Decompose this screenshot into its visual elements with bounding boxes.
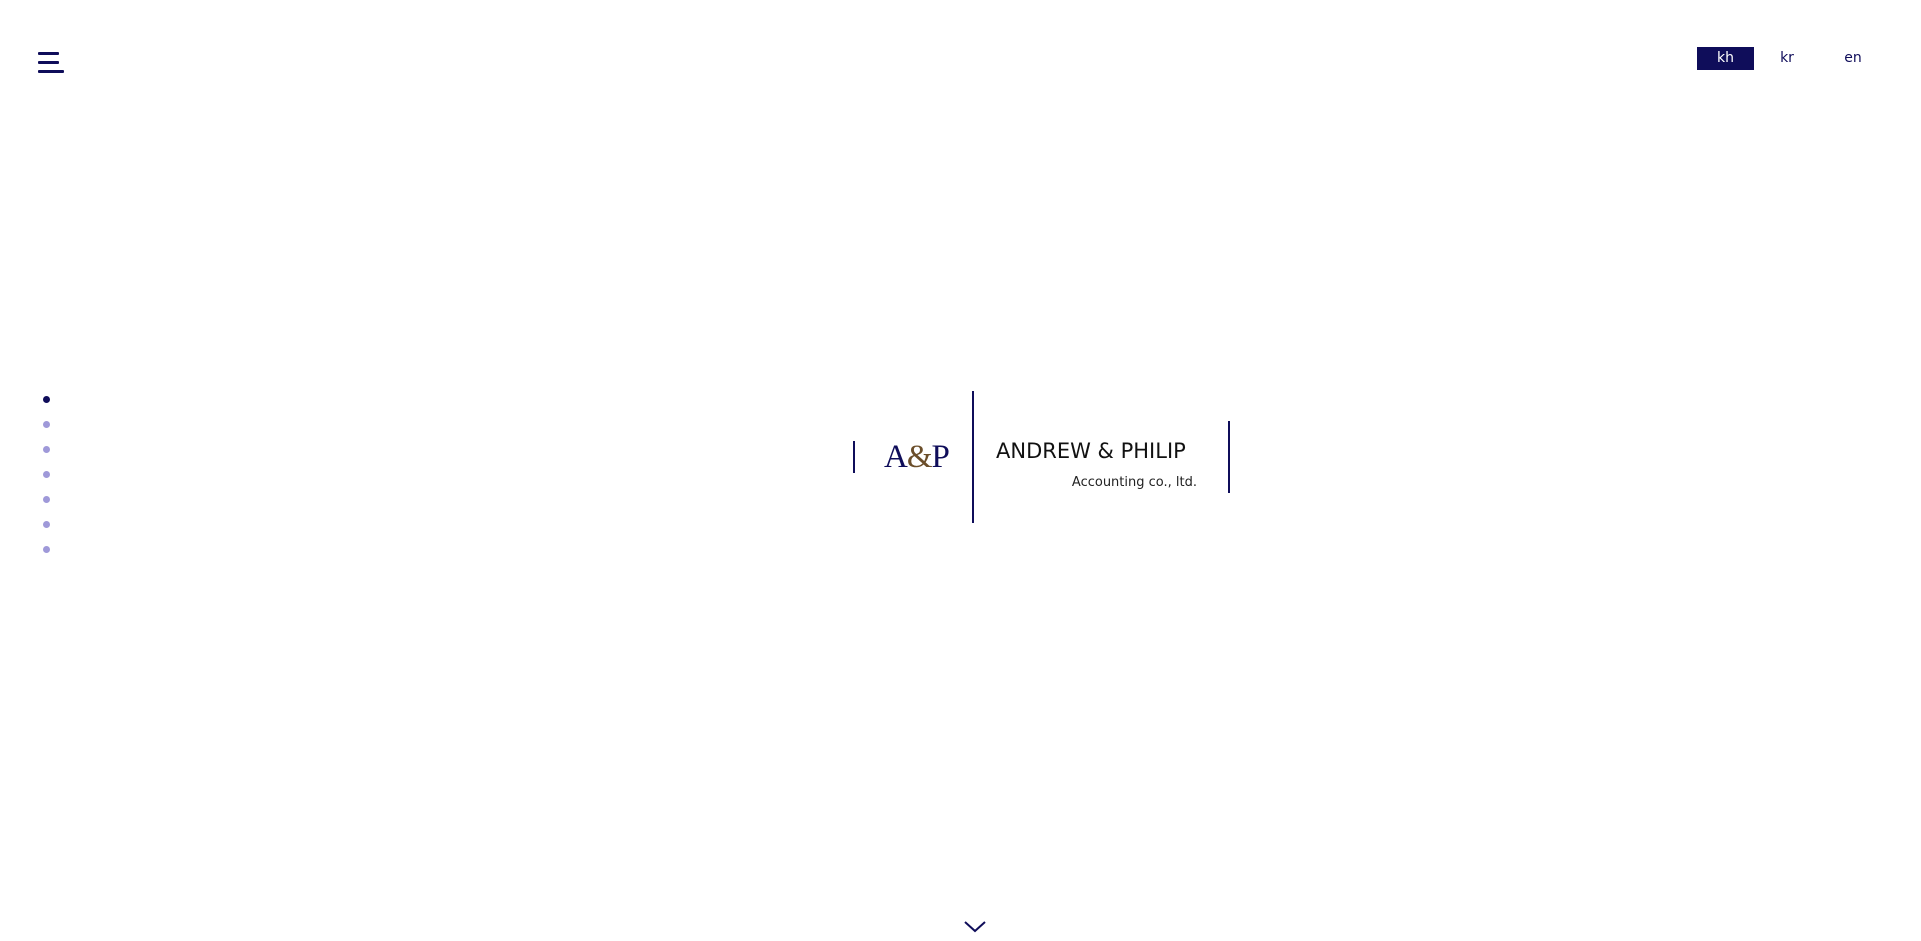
section-dot-1[interactable]	[43, 396, 50, 403]
logo-divider-center	[972, 391, 974, 523]
section-dot-7[interactable]	[43, 546, 50, 553]
section-dot-6[interactable]	[43, 521, 50, 528]
language-switcher: kh kr en	[1697, 47, 1886, 70]
menu-bar-top	[38, 52, 59, 55]
company-name: ANDREW & PHILIP	[996, 439, 1186, 463]
section-dot-2[interactable]	[43, 421, 50, 428]
logo-divider-right	[1228, 421, 1230, 493]
logo-divider-left	[853, 441, 855, 473]
language-option-en[interactable]: en	[1820, 47, 1886, 70]
language-option-kr[interactable]: kr	[1754, 47, 1820, 70]
company-logo: A&P ANDREW & PHILIP Accounting co., ltd.	[850, 391, 1230, 525]
monogram-ampersand: &	[906, 439, 933, 475]
monogram-a: A	[884, 439, 908, 475]
monogram-p: P	[931, 439, 950, 475]
logo-monogram: A&P	[884, 439, 950, 475]
menu-bar-middle	[38, 61, 59, 64]
menu-button[interactable]	[38, 52, 66, 78]
landing-page: kh kr en A&P ANDREW & PHILIP Accounting …	[0, 0, 1921, 941]
section-dot-4[interactable]	[43, 471, 50, 478]
company-subtitle: Accounting co., ltd.	[1071, 475, 1197, 490]
section-dot-3[interactable]	[43, 446, 50, 453]
section-dot-5[interactable]	[43, 496, 50, 503]
language-option-kh[interactable]: kh	[1697, 47, 1754, 70]
menu-bar-bottom	[38, 70, 64, 73]
chevron-down-icon	[964, 921, 986, 933]
scroll-down-button[interactable]	[964, 920, 986, 934]
